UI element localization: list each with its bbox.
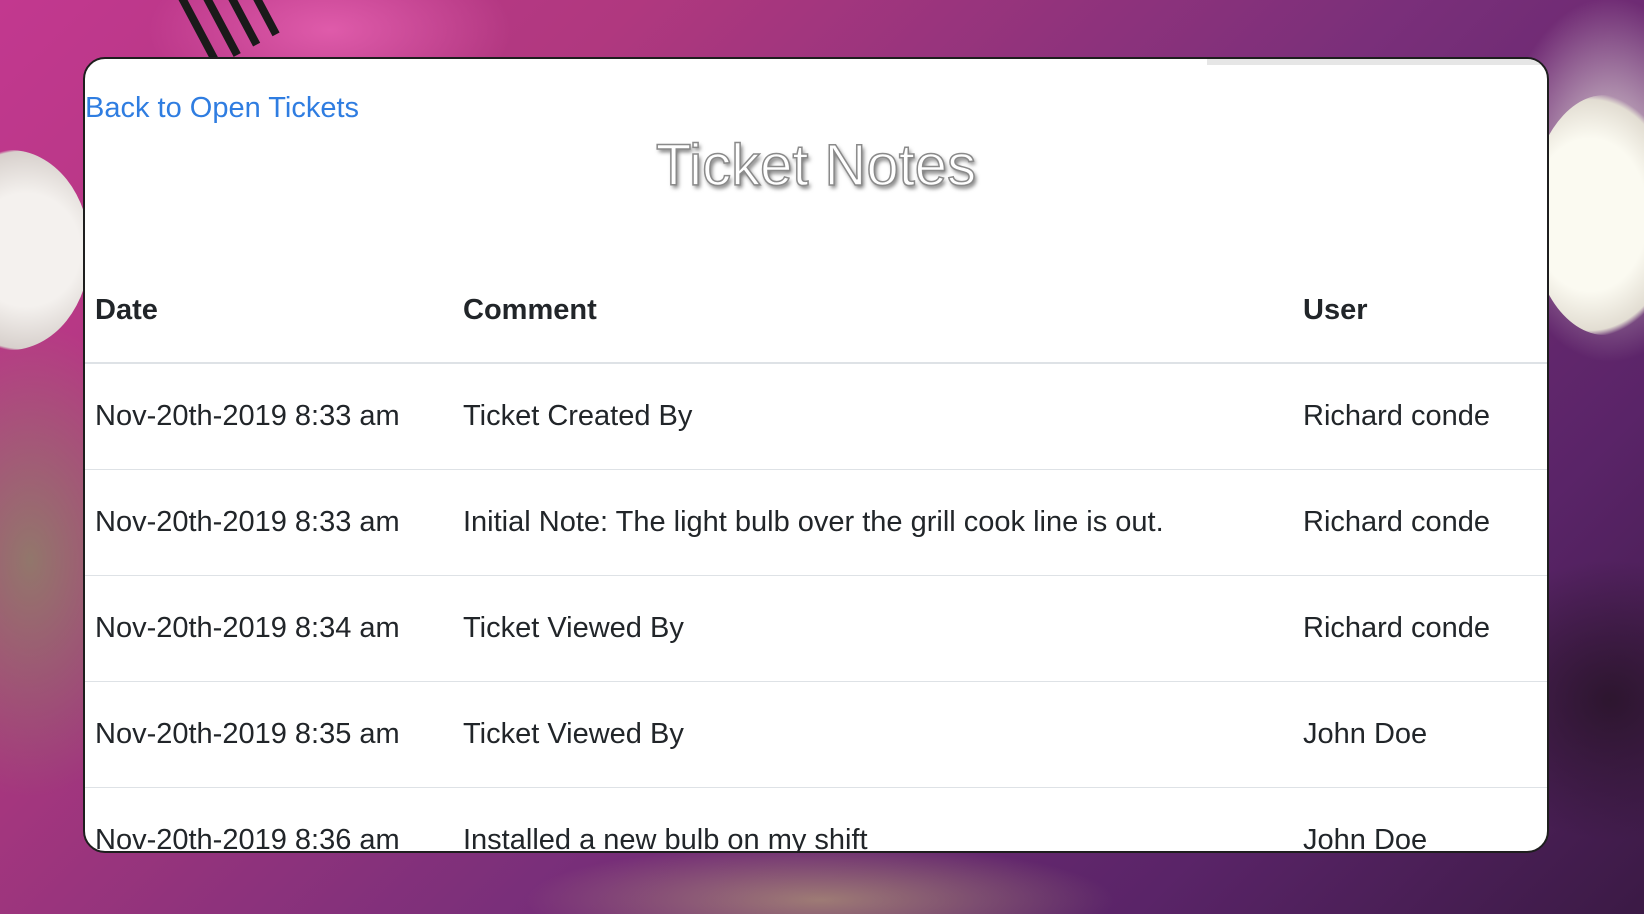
cell-date: Nov-20th-2019 8:35 am [85,681,453,788]
cell-comment: Ticket Viewed By [453,575,1293,682]
cell-comment: Installed a new bulb on my shift [463,823,868,853]
card-top-accent [1207,59,1547,65]
cell-user: Richard conde [1293,469,1547,576]
ticket-notes-table: Date Comment User Nov-20th-2019 8:33 am … [85,259,1547,853]
column-header-comment: Comment [453,259,1293,364]
table-row: Nov-20th-2019 8:34 am Ticket Viewed By R… [85,575,1547,682]
column-header-date: Date [85,259,453,364]
cell-comment: Ticket Created By [453,363,1293,470]
cell-date: Nov-20th-2019 8:33 am [85,363,453,470]
cell-user: John Doe [1293,681,1547,788]
table-row: Nov-20th-2019 8:33 am Initial Note: The … [85,469,1547,576]
table-row: Nov-20th-2019 8:33 am Ticket Created By … [85,363,1547,470]
bowl-decoration [0,150,90,350]
table-header-row: Date Comment User [85,259,1547,364]
table-row: Nov-20th-2019 8:36 am Installed a new bu… [85,787,1547,853]
cell-date: Nov-20th-2019 8:36 am [95,823,400,853]
cell-comment: Initial Note: The light bulb over the gr… [453,469,1293,576]
cell-date: Nov-20th-2019 8:33 am [85,469,453,576]
cell-comment: Ticket Viewed By [453,681,1293,788]
cell-user: John Doe [1303,823,1428,853]
ticket-notes-card: Back to Open Tickets Ticket Notes Date C… [83,57,1549,853]
cell-date: Nov-20th-2019 8:34 am [85,575,453,682]
page-title: Ticket Notes [655,132,977,199]
table-row: Nov-20th-2019 8:35 am Ticket Viewed By J… [85,681,1547,788]
back-to-open-tickets-link[interactable]: Back to Open Tickets [85,92,359,125]
cell-user: Richard conde [1293,575,1547,682]
cell-user: Richard conde [1293,363,1547,470]
column-header-user: User [1293,259,1547,364]
